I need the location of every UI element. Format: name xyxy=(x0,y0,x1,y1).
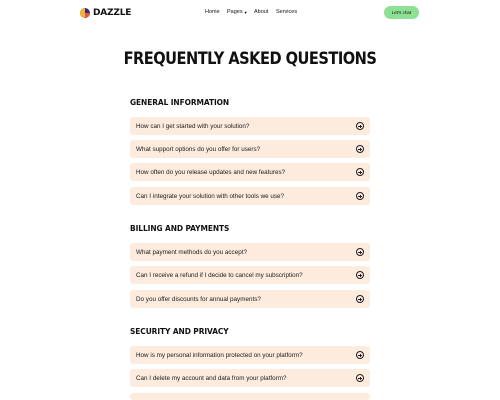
page-title: FREQUENTLY ASKED QUESTIONS xyxy=(123,49,377,69)
faq-item[interactable]: Can I integrate your solution with other… xyxy=(130,187,370,205)
faq-item[interactable]: Do you offer discounts for annual paymen… xyxy=(130,290,370,308)
nav-link-about[interactable]: About xyxy=(254,9,276,15)
plus-circle-icon[interactable] xyxy=(356,145,364,153)
section-heading-billing: BILLING AND PAYMENTS xyxy=(130,223,230,233)
faq-question: How is my personal information protected… xyxy=(136,351,303,359)
faq-item[interactable]: How often do you release updates and new… xyxy=(130,163,370,181)
plus-circle-icon[interactable] xyxy=(356,248,364,256)
faq-question: Can I receive a refund if I decide to ca… xyxy=(136,271,303,279)
plus-circle-icon[interactable] xyxy=(356,271,364,279)
nav-link-pages[interactable]: Pages ▼ xyxy=(227,9,254,15)
nav-link-home[interactable]: Home xyxy=(205,9,227,15)
plus-circle-icon[interactable] xyxy=(356,168,364,176)
nav-link-pages-label: Pages xyxy=(227,9,243,15)
plus-circle-icon[interactable] xyxy=(356,192,364,200)
faq-question: Do you offer discounts for annual paymen… xyxy=(136,295,261,303)
top-nav: DAZZLE Home Pages ▼ About Services Let's … xyxy=(0,0,500,26)
section-heading-general: GENERAL INFORMATION xyxy=(130,97,230,107)
faq-question: What support options do you offer for us… xyxy=(136,145,261,153)
nav-link-services[interactable]: Services xyxy=(276,9,297,15)
faq-item[interactable]: How can I get started with your solution… xyxy=(130,117,370,135)
faq-question: Can I delete my account and data from yo… xyxy=(136,374,287,382)
logo-icon xyxy=(80,8,90,18)
faq-item[interactable]: What payment methods do you accept? xyxy=(130,243,370,261)
chevron-down-icon: ▼ xyxy=(243,9,248,15)
plus-circle-icon[interactable] xyxy=(356,295,364,303)
faq-item[interactable]: Can I delete my account and data from yo… xyxy=(130,369,370,387)
faq-question: How can I get started with your solution… xyxy=(136,122,250,130)
faq-question: How often do you release updates and new… xyxy=(136,168,286,176)
nav-links: Home Pages ▼ About Services xyxy=(205,9,297,15)
brand-name: DAZZLE xyxy=(93,8,132,18)
faq-item-partial[interactable] xyxy=(130,393,370,400)
lets-chat-button[interactable]: Let's chat xyxy=(384,6,419,19)
faq-item[interactable]: How is my personal information protected… xyxy=(130,346,370,364)
plus-circle-icon[interactable] xyxy=(356,374,364,382)
brand-logo[interactable]: DAZZLE xyxy=(80,6,131,20)
plus-circle-icon[interactable] xyxy=(356,351,364,359)
faq-item[interactable]: What support options do you offer for us… xyxy=(130,140,370,158)
faq-question: Can I integrate your solution with other… xyxy=(136,192,285,200)
faq-item[interactable]: Can I receive a refund if I decide to ca… xyxy=(130,266,370,284)
plus-circle-icon[interactable] xyxy=(356,122,364,130)
faq-question: What payment methods do you accept? xyxy=(136,248,247,256)
section-heading-security: SECURITY AND PRIVACY xyxy=(130,326,229,336)
